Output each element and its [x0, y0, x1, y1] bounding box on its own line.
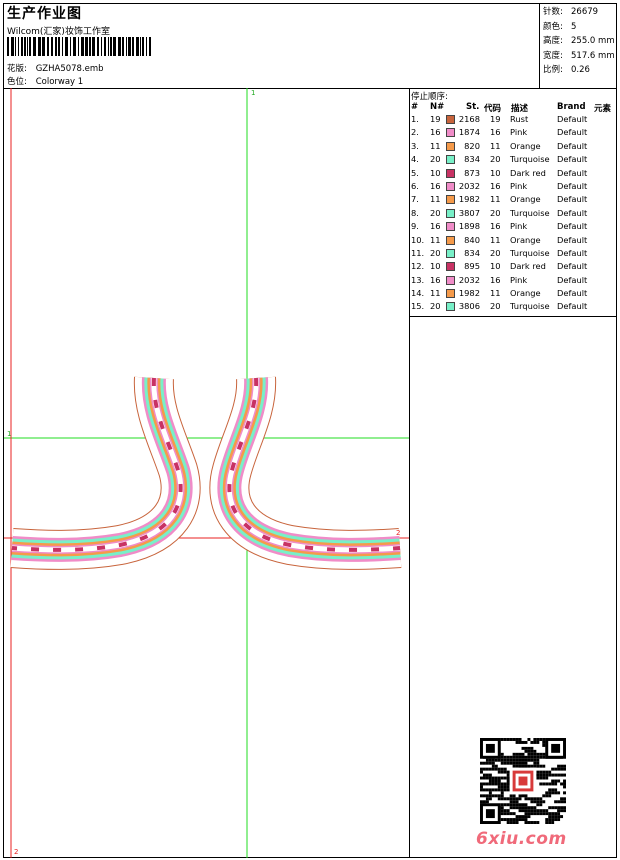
axis-marker-left: 1: [7, 430, 12, 438]
watermark-logo: 6xiu.com: [476, 829, 567, 849]
design-canvas: [4, 88, 409, 858]
axis-marker-right: 2: [396, 529, 401, 537]
axis-marker-top: 1: [251, 89, 256, 97]
qr-code-icon: [480, 738, 566, 824]
axis-marker-bottom: 2: [14, 848, 19, 856]
